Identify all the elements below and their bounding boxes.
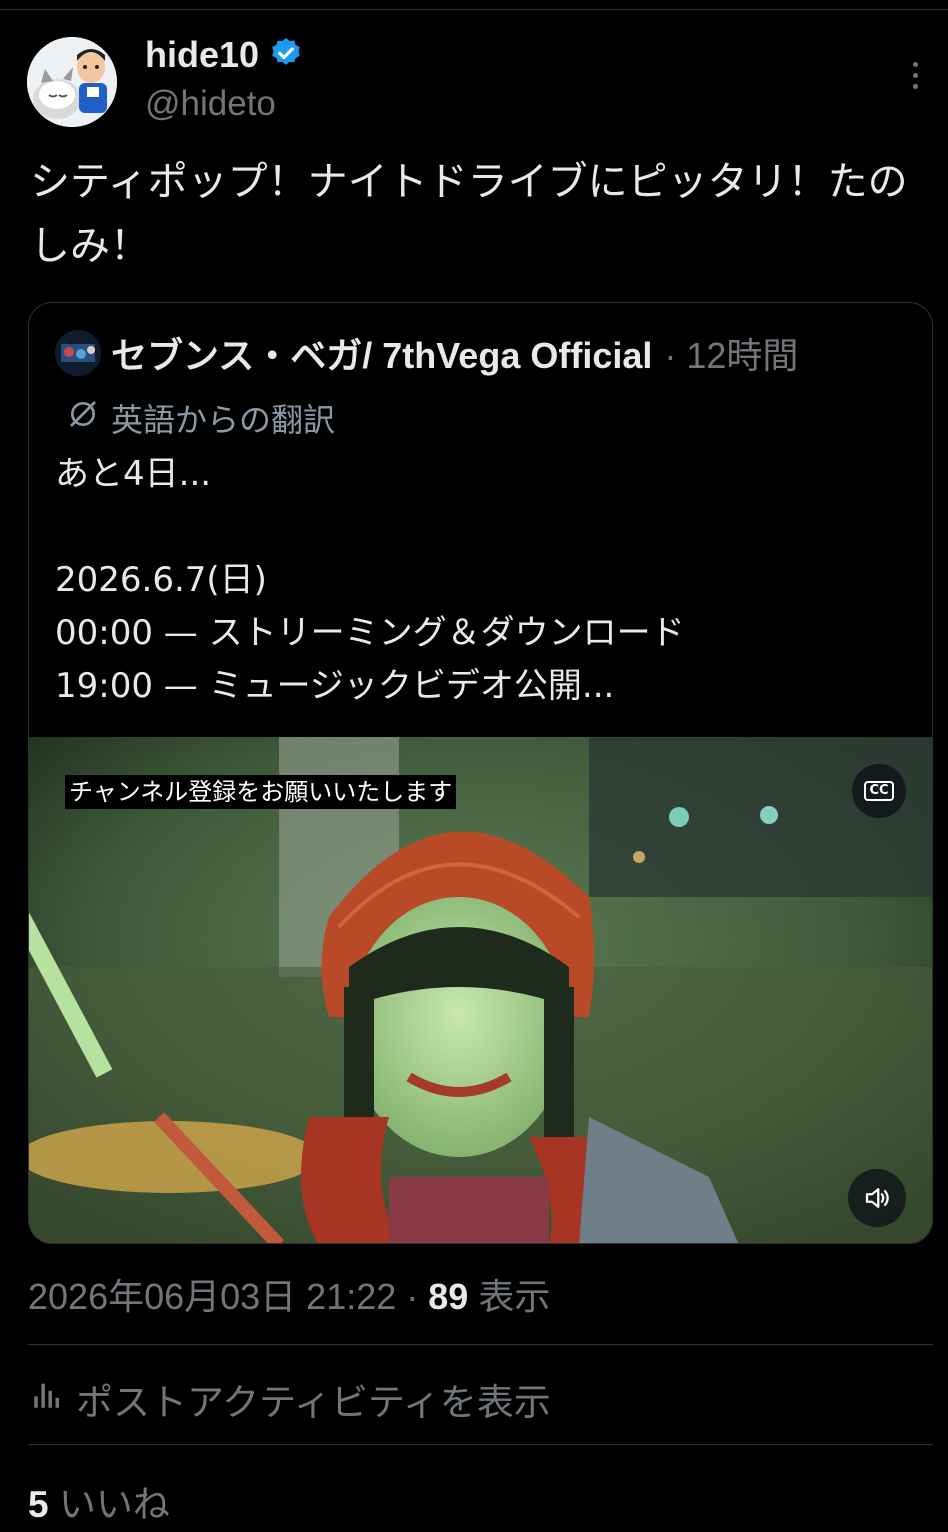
video-frame xyxy=(29,737,932,1243)
quoted-author-name[interactable]: セブンス・ベガ/ 7thVega Official xyxy=(111,327,652,379)
likes-number: 5 xyxy=(28,1484,49,1525)
views-count: 89 xyxy=(428,1276,469,1317)
tweet-meta: 2026年06月03日 21:22 · 89 表示 xyxy=(28,1268,550,1320)
video-player[interactable]: チャンネル登録をお願いいたします CC xyxy=(29,737,932,1243)
quoted-author-avatar xyxy=(55,330,101,376)
cc-label: CC xyxy=(864,781,894,801)
video-caption: チャンネル登録をお願いいたします xyxy=(65,775,457,809)
post-activity-link[interactable]: ポストアクティビティを表示 xyxy=(30,1372,551,1426)
top-divider xyxy=(0,9,948,10)
quoted-tweet-header: セブンス・ベガ/ 7thVega Official · 12時間 xyxy=(55,327,798,379)
author-name-row[interactable]: hide10 xyxy=(145,34,303,76)
volume-icon[interactable] xyxy=(848,1169,906,1227)
likes-label: いいね xyxy=(48,1484,170,1525)
translate-icon xyxy=(67,398,99,438)
divider xyxy=(28,1444,933,1445)
more-icon[interactable] xyxy=(900,55,930,95)
cc-icon[interactable]: CC xyxy=(852,764,906,818)
tweet-text: シティポップ！ナイトドライブにピッタリ！たのしみ！ xyxy=(30,159,908,269)
author-handle[interactable]: @hideto xyxy=(145,84,276,124)
quoted-time: · 12時間 xyxy=(664,335,799,376)
divider xyxy=(28,1344,933,1345)
author-display-name[interactable]: hide10 xyxy=(145,34,259,76)
tweet-timestamp[interactable]: 2026年06月03日 21:22 · xyxy=(28,1276,428,1317)
post-activity-label: ポストアクティビティを表示 xyxy=(76,1381,551,1424)
views-label: 表示 xyxy=(468,1276,551,1317)
verified-badge-icon xyxy=(269,36,303,74)
likes-count[interactable]: 5 いいね xyxy=(28,1474,170,1528)
translation-text: 英語からの翻訳 xyxy=(111,401,336,439)
quoted-tweet-body: あと4日... 2026.6.7(日) 00:00 — ストリーミング＆ダウンロ… xyxy=(55,454,685,706)
translation-label[interactable]: 英語からの翻訳 xyxy=(67,395,335,441)
author-avatar[interactable] xyxy=(27,37,117,127)
analytics-icon xyxy=(30,1378,64,1421)
quoted-tweet[interactable]: セブンス・ベガ/ 7thVega Official · 12時間 英語からの翻訳… xyxy=(28,302,933,1244)
